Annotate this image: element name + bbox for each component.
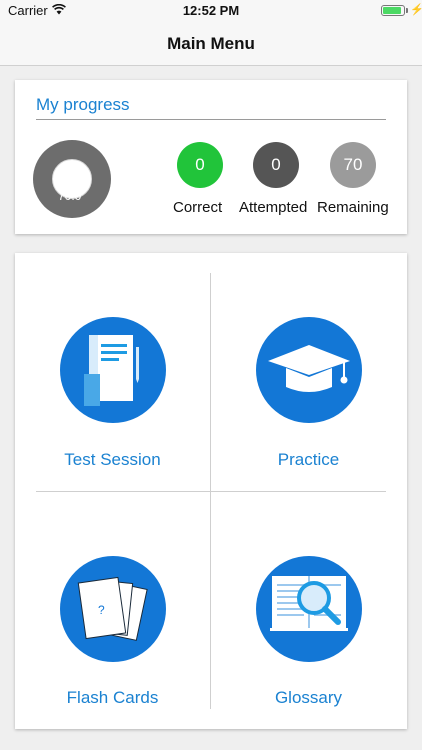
test-session-label: Test Session [64,450,161,469]
flash-cards-icon: ? [60,556,166,662]
attempted-label: Attempted [239,199,308,216]
flash-cards-label: Flash Cards [66,688,159,707]
remaining-count-badge: 70 [330,142,376,188]
progress-title: My progress [36,95,130,114]
practice-label: Practice [277,450,340,469]
battery-icon [381,5,405,16]
correct-count-badge: 0 [177,142,223,188]
book-magnifier-icon [256,556,362,662]
donut-top-label: .0 [46,133,57,147]
main-menu-grid: Test Session Practice ? Flash Cards Glos… [15,253,407,729]
status-time: 12:52 PM [182,3,240,18]
flash-cards-button[interactable]: ? Flash Cards [15,492,210,730]
page-title: Main Menu [167,34,255,53]
practice-button[interactable]: Practice [211,253,406,491]
correct-label: Correct [173,199,223,216]
status-bar: Carrier 12:52 PM ⚡ [0,0,422,22]
battery-tip [406,8,408,13]
remaining-label: Remaining [317,199,389,216]
progress-card: My progress .0 70.0 0 0 70 Correct Attem… [15,80,407,234]
test-document-icon [60,317,166,423]
glossary-button[interactable]: Glossary [211,492,406,730]
progress-donut-chart [33,140,111,218]
svg-text:?: ? [98,603,105,617]
test-session-button[interactable]: Test Session [15,253,210,491]
graduation-cap-icon [256,317,362,423]
navigation-bar: Main Menu [0,22,422,66]
glossary-label: Glossary [274,688,343,707]
attempted-count-badge: 0 [253,142,299,188]
charging-bolt-icon: ⚡ [410,4,422,16]
donut-bottom-label: 70.0 [58,189,82,203]
progress-divider [36,119,386,120]
